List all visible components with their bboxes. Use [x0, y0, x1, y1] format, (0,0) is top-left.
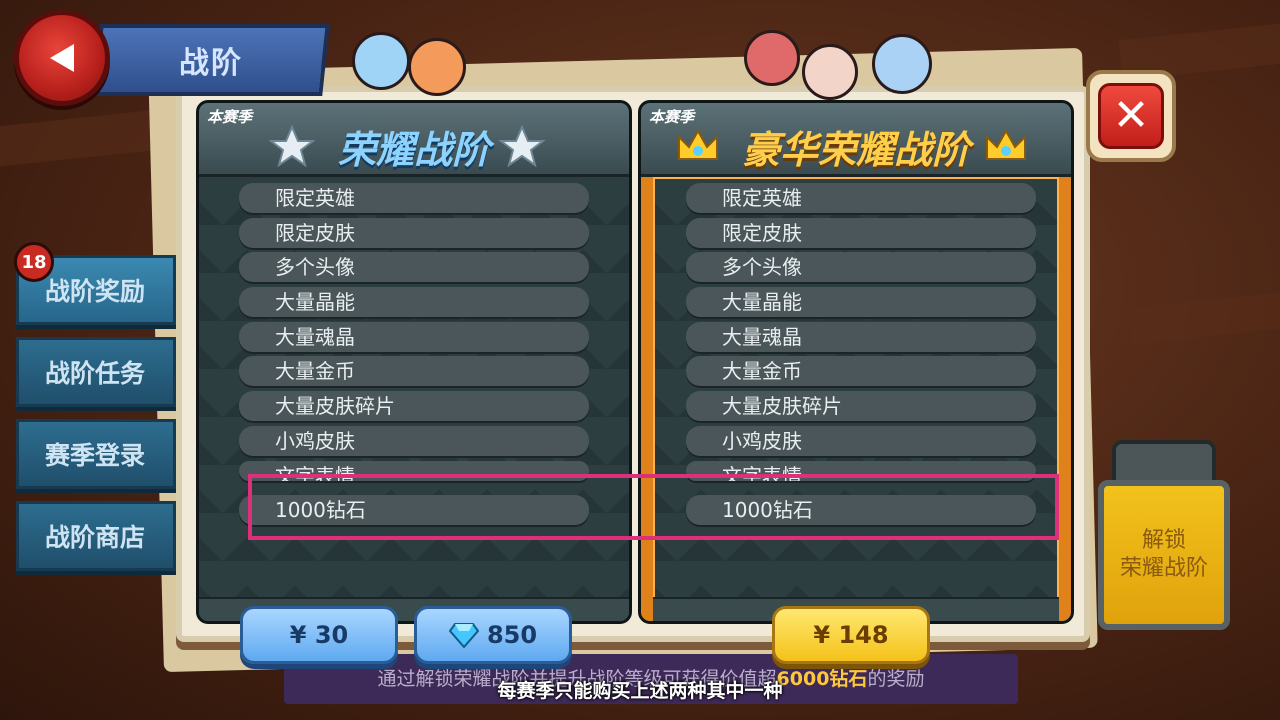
reward-item: 小鸡皮肤: [686, 425, 1036, 456]
character-red-hero: [744, 30, 800, 86]
character-blue-hero: [352, 32, 410, 90]
reward-item: 小鸡皮肤: [239, 425, 589, 456]
tab-label: 战阶任务: [45, 359, 146, 388]
character-girl-hero: [802, 44, 858, 100]
character-group-right: [726, 4, 986, 104]
reward-item: 限定皮肤: [239, 217, 589, 248]
reward-item: 限定英雄: [239, 183, 589, 213]
unlock-card[interactable]: 解锁 荣耀战阶: [1098, 440, 1230, 630]
unlock-lid: [1112, 440, 1216, 484]
close-button[interactable]: ✕: [1086, 70, 1176, 162]
reward-item: 限定英雄: [686, 183, 1036, 213]
background-plank: [1128, 291, 1280, 345]
reward-item: 大量魂晶: [686, 321, 1036, 352]
reward-item: 大量魂晶: [239, 321, 589, 352]
reward-item: 大量金币: [686, 356, 1036, 387]
character-orange-hero: [408, 38, 466, 96]
page-title: 战阶: [179, 46, 243, 81]
page-title-banner: 战阶: [92, 24, 330, 96]
price-label: ¥ 30: [289, 621, 349, 649]
panel-deluxe-glory-pass: 本赛季 豪华荣耀战阶 限定英雄 限定皮肤 多个头像 大量晶能 大量魂晶 大量金币…: [638, 100, 1074, 624]
tab-label: 战阶商店: [45, 523, 146, 552]
tab-season-login[interactable]: 赛季登录: [16, 419, 176, 489]
buy-basic-rmb-button[interactable]: ¥ 30: [240, 606, 398, 664]
character-white-hero: [872, 34, 932, 94]
highlight-box: [248, 474, 1059, 540]
buy-deluxe-rmb-button[interactable]: ¥ 148: [772, 606, 930, 664]
reward-item: 大量皮肤碎片: [686, 391, 1036, 422]
price-label: 850: [486, 621, 538, 649]
crown-icon: [986, 128, 1026, 160]
background-plank: [0, 109, 162, 171]
reward-item: 大量皮肤碎片: [239, 391, 589, 422]
unlock-label-1: 解锁: [1141, 528, 1186, 553]
reward-item: 大量金币: [239, 356, 589, 387]
price-label: ¥ 148: [813, 621, 889, 649]
reward-item: 多个头像: [686, 252, 1036, 283]
notification-badge: 18: [14, 242, 54, 282]
reward-item: 多个头像: [239, 252, 589, 283]
unlock-label-2: 荣耀战阶: [1119, 556, 1208, 581]
tab-battle-pass-shop[interactable]: 战阶商店: [16, 501, 176, 571]
character-group-left: [316, 8, 496, 104]
tab-label: 赛季登录: [45, 441, 146, 470]
tab-battle-pass-tasks[interactable]: 战阶任务: [16, 337, 176, 407]
unlock-body: 解锁 荣耀战阶: [1098, 480, 1230, 630]
play-back-icon: [50, 44, 74, 72]
reward-item: 大量晶能: [686, 287, 1036, 318]
panel-body: 限定英雄 限定皮肤 多个头像 大量晶能 大量魂晶 大量金币 大量皮肤碎片 小鸡皮…: [641, 177, 1071, 621]
star-icon: [499, 125, 545, 167]
reward-item: 大量晶能: [239, 287, 589, 318]
back-button[interactable]: [14, 10, 110, 106]
panel-body: 限定英雄 限定皮肤 多个头像 大量晶能 大量魂晶 大量金币 大量皮肤碎片 小鸡皮…: [199, 177, 629, 621]
tab-label: 战阶奖励: [45, 277, 146, 306]
diamond-icon: [448, 622, 479, 648]
panel-header: 本赛季 荣耀战阶: [199, 103, 629, 177]
buy-basic-gems-button[interactable]: 850: [414, 606, 572, 664]
panel-header: 本赛季 豪华荣耀战阶: [641, 103, 1071, 177]
subtitle-caption: 每赛季只能购买上述两种其中一种: [497, 680, 783, 702]
reward-item: 限定皮肤: [686, 217, 1036, 248]
panel-title: 荣耀战阶: [337, 128, 490, 172]
close-icon: ✕: [1098, 83, 1164, 149]
panel-glory-pass: 本赛季 荣耀战阶 限定英雄 限定皮肤 多个头像 大量晶能 大量魂晶 大量金币 大…: [196, 100, 632, 624]
